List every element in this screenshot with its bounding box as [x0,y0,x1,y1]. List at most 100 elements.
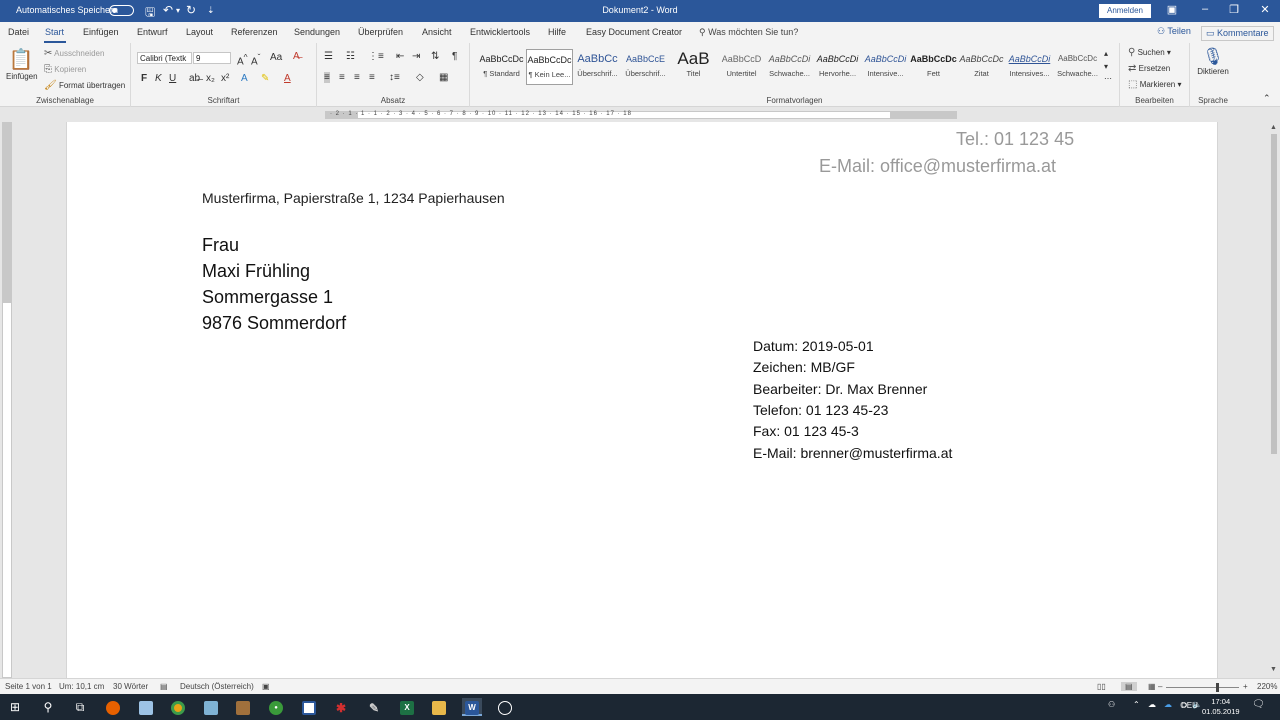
vertical-scrollbar[interactable]: ▲ ▼ [1268,122,1280,678]
increase-indent-icon[interactable]: ⇥ [412,51,420,62]
bullets-icon[interactable]: ☰ [324,51,333,62]
highlight-icon[interactable]: ✎ [261,73,269,84]
tool-icon[interactable]: ✎ [364,698,384,716]
green-app-icon[interactable]: ● [266,698,286,716]
line-spacing-icon[interactable]: ↕≡ [389,72,400,83]
clock[interactable]: 17:04 01.05.2019 [1202,697,1240,717]
word-count[interactable]: 30 Wörter [113,682,148,691]
font-color-icon[interactable]: A [284,73,291,84]
settings-app-icon[interactable] [495,698,515,716]
restore-icon[interactable]: ❐ [1224,3,1244,16]
select-button[interactable]: ⬚ Markieren ▾ [1128,79,1182,90]
align-right-icon[interactable]: ≡ [354,72,360,83]
read-mode-icon[interactable]: ▯▯ [1097,682,1106,691]
superscript-icon[interactable]: x² [221,73,229,84]
bold-button[interactable]: F [141,73,147,84]
tab-referenzen[interactable]: Referenzen [231,27,278,37]
subscript-icon[interactable]: x₂ [206,73,215,84]
share-button[interactable]: ⚇ Teilen [1157,26,1191,37]
borders-icon[interactable]: ▦ [439,72,448,83]
style-subtle-emphasis[interactable]: AaBbCcDi Schwache... [766,49,813,85]
pilcrow-icon[interactable]: ¶ [452,51,457,62]
paste-button[interactable]: 📋 Einfügen [6,47,38,81]
scroll-down-icon[interactable]: ▼ [1270,666,1277,673]
style-quote[interactable]: AaBbCcDc Zitat [958,49,1005,85]
folder-icon[interactable] [429,698,449,716]
people-icon[interactable]: ⚇ [1108,700,1115,709]
input-language[interactable]: DEU [1181,701,1198,710]
tab-easy-document-creator[interactable]: Easy Document Creator [586,27,682,37]
horizontal-ruler[interactable]: · 2 · 1 · 1 · 1 · 2 · 3 · 4 · 5 · 6 · 7 … [0,107,1280,122]
tab-entwurf[interactable]: Entwurf [137,27,168,37]
multilevel-list-icon[interactable]: ⋮≡ [368,51,384,62]
notes-icon[interactable] [201,698,221,716]
windows-start-icon[interactable]: ⊞ [5,698,25,716]
app-icon[interactable] [299,698,319,716]
find-button[interactable]: ⚲ Suchen ▾ [1128,47,1171,58]
style-intense-quote[interactable]: AaBbCcDi Intensives... [1006,49,1053,85]
search-icon[interactable]: ⚲ [38,698,58,716]
copy-button[interactable]: ⎘ Kopieren [44,64,86,75]
tell-me-search[interactable]: ⚲ Was möchten Sie tun? [699,27,798,38]
signin-button[interactable]: Anmelden [1099,4,1151,18]
tab-ansicht[interactable]: Ansicht [422,27,452,37]
style-emphasis[interactable]: AaBbCcDi Hervorhe... [814,49,861,85]
shrink-font-icon[interactable]: Aˇ [251,52,260,67]
minimize-icon[interactable]: – [1195,3,1215,15]
macro-icon[interactable]: ▣ [262,682,270,691]
font-size-select[interactable]: 9 [193,52,231,64]
sort-icon[interactable]: ⇅ [431,51,439,62]
format-painter-button[interactable]: 🖌 Format übertragen [44,80,125,91]
numbering-icon[interactable]: ☷ [346,51,355,62]
style-title[interactable]: AaB Titel [670,49,717,85]
print-layout-icon[interactable]: ▤ [1121,682,1137,691]
tab-ueberpruefen[interactable]: Überprüfen [358,27,403,37]
web-layout-icon[interactable]: ▦ [1148,682,1156,691]
scroll-up-icon[interactable]: ▲ [1270,124,1277,131]
firefox-icon[interactable] [103,698,123,716]
tab-start[interactable]: Start [45,27,64,37]
cut-button[interactable]: ✂ Ausschneiden [44,48,104,59]
zoom-slider-knob[interactable] [1216,683,1219,692]
underline-button[interactable]: U [169,73,176,84]
zoom-level[interactable]: 220% [1257,682,1277,691]
replace-button[interactable]: ⇄ Ersetzen [1128,63,1170,74]
grow-font-icon[interactable]: A^ [237,52,248,67]
proofing-icon[interactable]: ▤ [160,682,168,691]
tab-sendungen[interactable]: Sendungen [294,27,340,37]
tab-layout[interactable]: Layout [186,27,213,37]
style-no-spacing[interactable]: AaBbCcDc ¶ Kein Lee... [526,49,573,85]
align-center-icon[interactable]: ≡ [339,72,345,83]
style-standard[interactable]: AaBbCcDc ¶ Standard [478,49,525,85]
dictate-button[interactable]: 🎙 Diktieren [1193,47,1233,76]
font-name-select[interactable]: Calibri (Textk [137,52,192,64]
italic-button[interactable]: K [155,73,162,84]
scrollbar-thumb[interactable] [1271,134,1277,454]
ribbon-display-options-icon[interactable]: ▣ [1162,3,1182,16]
chrome-icon[interactable] [168,698,188,716]
style-subtle-reference[interactable]: AaBbCcDc Schwache... [1054,49,1101,85]
document-page[interactable]: Tel.: 01 123 45 E-Mail: office@musterfir… [66,122,1218,678]
styles-scroll-up-icon[interactable]: ▴ [1104,49,1108,58]
word-icon[interactable]: W [462,698,482,716]
close-icon[interactable]: ✕ [1255,3,1275,16]
language-indicator[interactable]: Deutsch (Österreich) [180,682,254,691]
zoom-slider[interactable] [1166,687,1239,688]
styles-scroll-down-icon[interactable]: ▾ [1104,62,1108,71]
page-count[interactable]: Seite 1 von 1 [5,682,52,691]
style-subtitle[interactable]: AaBbCcD Untertitel [718,49,765,85]
red-app-icon[interactable]: ✱ [331,698,351,716]
strikethrough-icon[interactable]: ab̶ [189,73,200,84]
tab-entwicklertools[interactable]: Entwicklertools [470,27,530,37]
style-intense-emphasis[interactable]: AaBbCcDi Intensive... [862,49,909,85]
excel-icon[interactable]: X [397,698,417,716]
file-icon[interactable] [136,698,156,716]
task-view-icon[interactable]: ⧉ [70,698,90,716]
tab-datei[interactable]: Datei [8,27,29,37]
text-effects-icon[interactable]: A [241,73,248,84]
gimp-icon[interactable] [233,698,253,716]
style-heading2[interactable]: AaBbCcE Überschrif... [622,49,669,85]
notification-icon[interactable]: 🗨 [1252,699,1265,710]
zoom-out-icon[interactable]: – [1158,682,1162,691]
tray-expand-icon[interactable]: ⌃ [1133,700,1140,709]
